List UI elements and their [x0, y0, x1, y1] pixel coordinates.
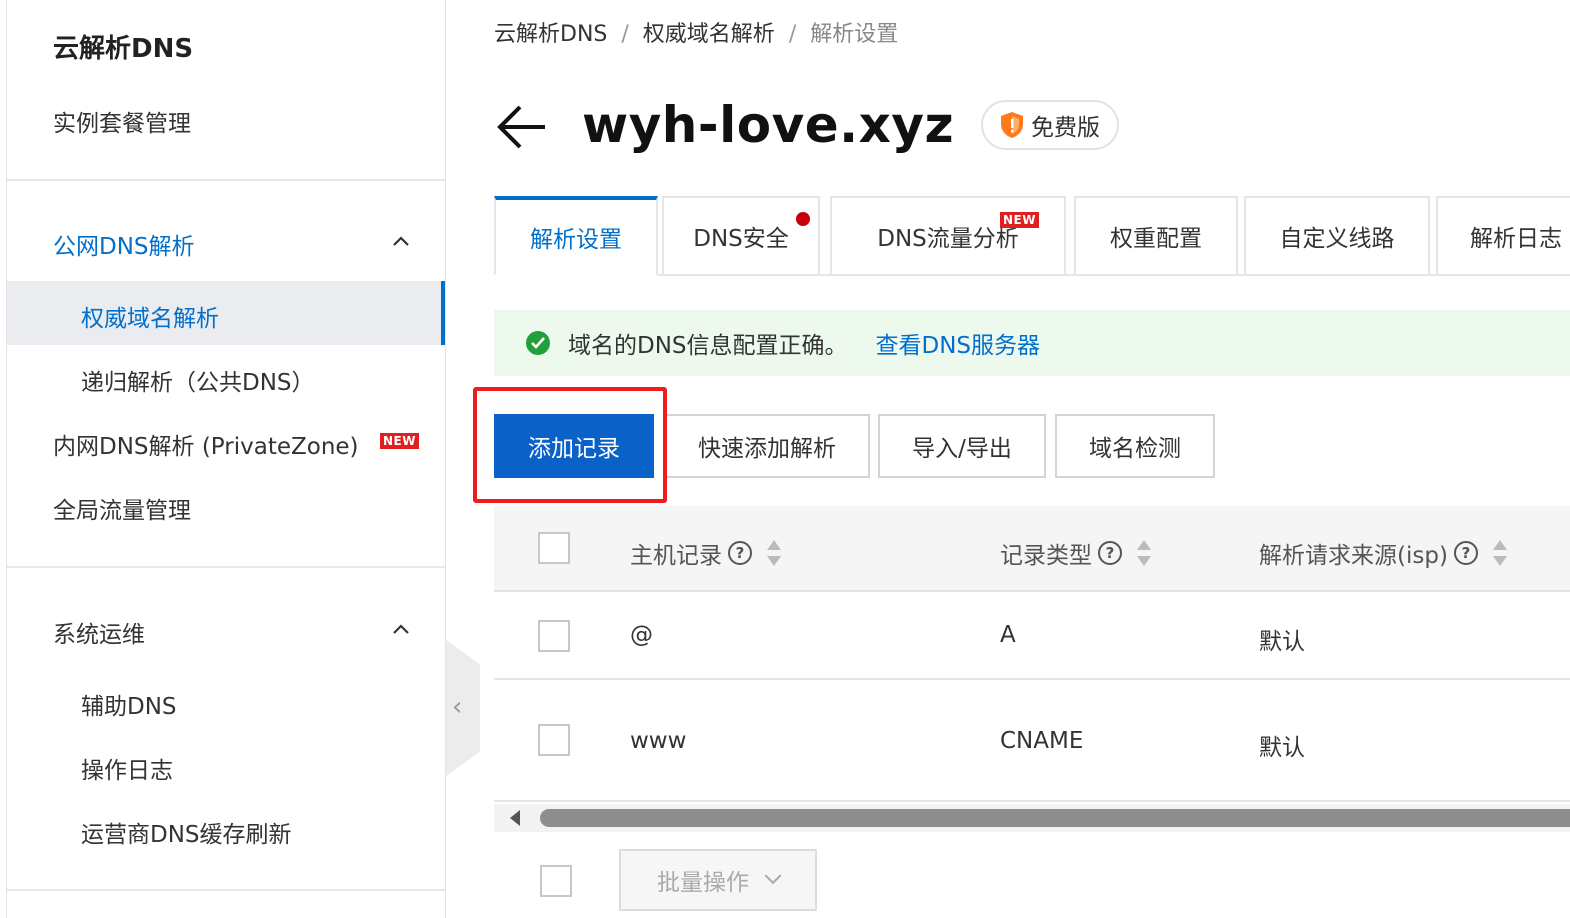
- tab-dns-security[interactable]: DNS安全: [662, 196, 820, 276]
- sidebar-active-indicator: [7, 281, 445, 345]
- row-checkbox[interactable]: [538, 620, 570, 652]
- cell-type: A: [1000, 622, 1016, 648]
- sidebar-divider: [7, 566, 445, 568]
- column-header-isp[interactable]: 解析请求来源(isp) ?: [1259, 536, 1508, 570]
- help-icon[interactable]: ?: [1098, 541, 1122, 565]
- shield-icon: [1001, 112, 1023, 138]
- batch-operation-button[interactable]: 批量操作: [619, 849, 817, 911]
- chevron-down-icon: [764, 867, 782, 885]
- tab-label: 解析日志: [1470, 226, 1562, 252]
- back-arrow-icon[interactable]: [496, 104, 548, 150]
- batch-label: 批量操作: [657, 870, 749, 896]
- sidebar-item-private-zone[interactable]: 内网DNS解析 (PrivateZone): [53, 427, 359, 461]
- breadcrumb-current: 解析设置: [810, 22, 899, 47]
- breadcrumb: 云解析DNS / 权威域名解析 / 解析设置: [494, 22, 899, 47]
- sidebar-item-operation-log[interactable]: 操作日志: [81, 751, 173, 785]
- sort-icon[interactable]: [1492, 540, 1508, 566]
- new-badge: NEW: [1000, 212, 1039, 228]
- check-circle-icon: [526, 331, 550, 355]
- sidebar-item-global-traffic[interactable]: 全局流量管理: [53, 491, 191, 525]
- domain-check-button[interactable]: 域名检测: [1055, 414, 1215, 478]
- sidebar-item-cache-refresh[interactable]: 运营商DNS缓存刷新: [81, 815, 292, 849]
- notice-text: 域名的DNS信息配置正确。: [568, 333, 848, 359]
- tab-custom-lines[interactable]: 自定义线路: [1244, 196, 1430, 276]
- chevron-up-icon[interactable]: [393, 236, 409, 250]
- cell-host: @: [630, 622, 653, 648]
- sidebar-group-ops[interactable]: 系统运维: [53, 615, 145, 649]
- status-notice: 域名的DNS信息配置正确。 查看DNS服务器: [494, 310, 1570, 376]
- new-badge: NEW: [380, 433, 419, 449]
- help-icon[interactable]: ?: [728, 541, 752, 565]
- quick-add-button[interactable]: 快速添加解析: [664, 414, 870, 478]
- tab-label: 权重配置: [1110, 226, 1202, 252]
- sidebar-title: 云解析DNS: [53, 34, 194, 64]
- select-all-checkbox[interactable]: [538, 532, 570, 564]
- sidebar-group-public-dns[interactable]: 公网DNS解析: [53, 227, 195, 261]
- row-checkbox[interactable]: [538, 724, 570, 756]
- column-header-host[interactable]: 主机记录 ?: [630, 536, 782, 570]
- cell-isp: 默认: [1259, 629, 1305, 655]
- footer-select-checkbox[interactable]: [540, 865, 572, 897]
- column-label: 解析请求来源(isp): [1259, 543, 1448, 569]
- sidebar: 云解析DNS 实例套餐管理 公网DNS解析 权威域名解析 递归解析（公共DNS）…: [6, 0, 446, 918]
- tab-dns-logs[interactable]: 解析日志: [1436, 196, 1570, 276]
- breadcrumb-item[interactable]: 云解析DNS: [494, 22, 607, 47]
- scroll-left-icon[interactable]: [510, 810, 520, 826]
- cell-isp: 默认: [1259, 735, 1305, 761]
- sidebar-item-secondary-dns[interactable]: 辅助DNS: [81, 687, 177, 721]
- tab-label: DNS安全: [693, 226, 789, 252]
- sidebar-item-recursive-dns[interactable]: 递归解析（公共DNS）: [81, 363, 315, 397]
- page-title: wyh-love.xyz: [582, 96, 955, 154]
- tab-underline: [658, 274, 1570, 276]
- tab-dns-traffic[interactable]: DNS流量分析 NEW: [830, 196, 1066, 276]
- table-row: www CNAME 默认: [494, 680, 1570, 802]
- scrollbar-thumb[interactable]: [540, 809, 1570, 827]
- column-label: 记录类型: [1000, 543, 1092, 569]
- notification-dot: [796, 212, 810, 226]
- table-header: 主机记录 ? 记录类型 ? 解析请求来源(isp) ?: [494, 506, 1570, 592]
- chevron-up-icon[interactable]: [393, 624, 409, 638]
- horizontal-scrollbar[interactable]: [494, 804, 1570, 832]
- sidebar-item-authoritative-dns[interactable]: 权威域名解析: [81, 299, 219, 333]
- breadcrumb-item[interactable]: 权威域名解析: [643, 22, 775, 47]
- sort-icon[interactable]: [766, 540, 782, 566]
- cell-type: CNAME: [1000, 728, 1084, 754]
- sidebar-collapse-handle[interactable]: ‹: [446, 640, 480, 776]
- sidebar-divider: [7, 889, 445, 891]
- import-export-button[interactable]: 导入/导出: [878, 414, 1046, 478]
- chevron-left-icon: ‹: [452, 692, 463, 722]
- tab-weight-config[interactable]: 权重配置: [1074, 196, 1238, 276]
- plan-badge: 免费版: [981, 100, 1119, 150]
- sidebar-item-instance-plans[interactable]: 实例套餐管理: [53, 104, 191, 138]
- cell-host: www: [630, 728, 687, 754]
- sidebar-divider: [7, 179, 445, 181]
- column-header-type[interactable]: 记录类型 ?: [1000, 536, 1152, 570]
- view-dns-servers-link[interactable]: 查看DNS服务器: [876, 326, 1041, 360]
- help-icon[interactable]: ?: [1453, 541, 1478, 565]
- tab-label: DNS流量分析: [877, 226, 1019, 252]
- tab-label: 解析设置: [530, 227, 622, 253]
- tab-dns-settings[interactable]: 解析设置: [494, 196, 658, 276]
- table-row: @ A 默认: [494, 592, 1570, 680]
- sort-icon[interactable]: [1136, 540, 1152, 566]
- highlight-annotation: [473, 387, 667, 503]
- tab-label: 自定义线路: [1279, 226, 1395, 252]
- plan-label: 免费版: [1031, 115, 1100, 141]
- column-label: 主机记录: [630, 543, 722, 569]
